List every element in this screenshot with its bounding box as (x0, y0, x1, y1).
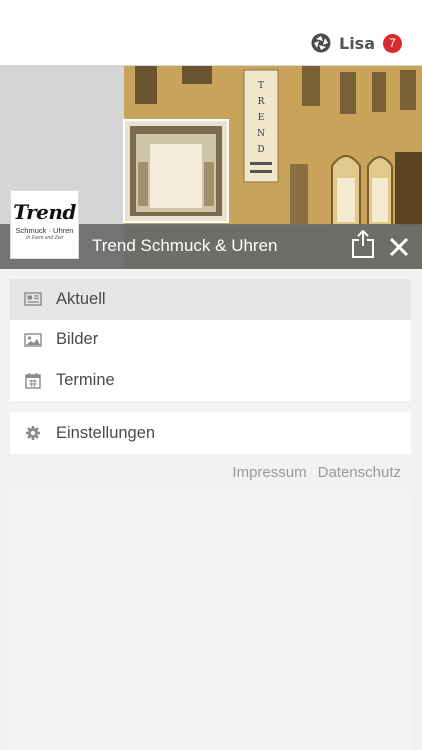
main-menu: Aktuell Bilder Termine (10, 279, 411, 401)
logo-tagline: In Form und Zeit (26, 235, 63, 241)
newspaper-icon (24, 290, 42, 308)
menu-label: Termine (56, 370, 115, 389)
share-icon[interactable] (351, 230, 375, 258)
footer-links: Impressum Datenschutz (221, 464, 401, 481)
svg-text:N: N (257, 129, 265, 139)
menu-item-einstellungen[interactable]: Einstellungen (10, 412, 411, 454)
menu-item-termine[interactable]: Termine (10, 360, 411, 401)
menu-item-aktuell[interactable]: Aktuell (10, 279, 411, 320)
menu-label: Aktuell (56, 289, 106, 308)
impressum-link[interactable]: Impressum (232, 464, 306, 481)
image-icon (24, 331, 42, 349)
svg-text:T: T (258, 81, 264, 91)
datenschutz-link[interactable]: Datenschutz (318, 464, 401, 481)
user-profile[interactable]: Lisa 7 (311, 32, 402, 54)
menu-label: Bilder (56, 330, 99, 349)
business-logo: Trend Schmuck · Uhren In Form und Zeit (10, 190, 79, 259)
user-name: Lisa (339, 33, 375, 53)
gear-icon (24, 424, 42, 442)
content-area (10, 490, 411, 750)
logo-subtitle: Schmuck · Uhren (15, 226, 74, 235)
notification-badge[interactable]: 7 (383, 33, 402, 53)
menu-label: Einstellungen (56, 423, 156, 442)
menu-item-bilder[interactable]: Bilder (10, 320, 411, 361)
page-title: Trend Schmuck & Uhren (92, 236, 278, 255)
close-icon[interactable] (388, 236, 410, 258)
logo-name: Trend (13, 200, 76, 224)
top-bar: Lisa 7 (0, 0, 422, 66)
svg-text:E: E (258, 113, 265, 123)
settings-menu: Einstellungen (10, 412, 411, 454)
svg-text:D: D (257, 145, 264, 155)
app-logo-icon (311, 33, 331, 53)
calendar-icon (24, 371, 42, 389)
svg-text:R: R (258, 97, 265, 107)
